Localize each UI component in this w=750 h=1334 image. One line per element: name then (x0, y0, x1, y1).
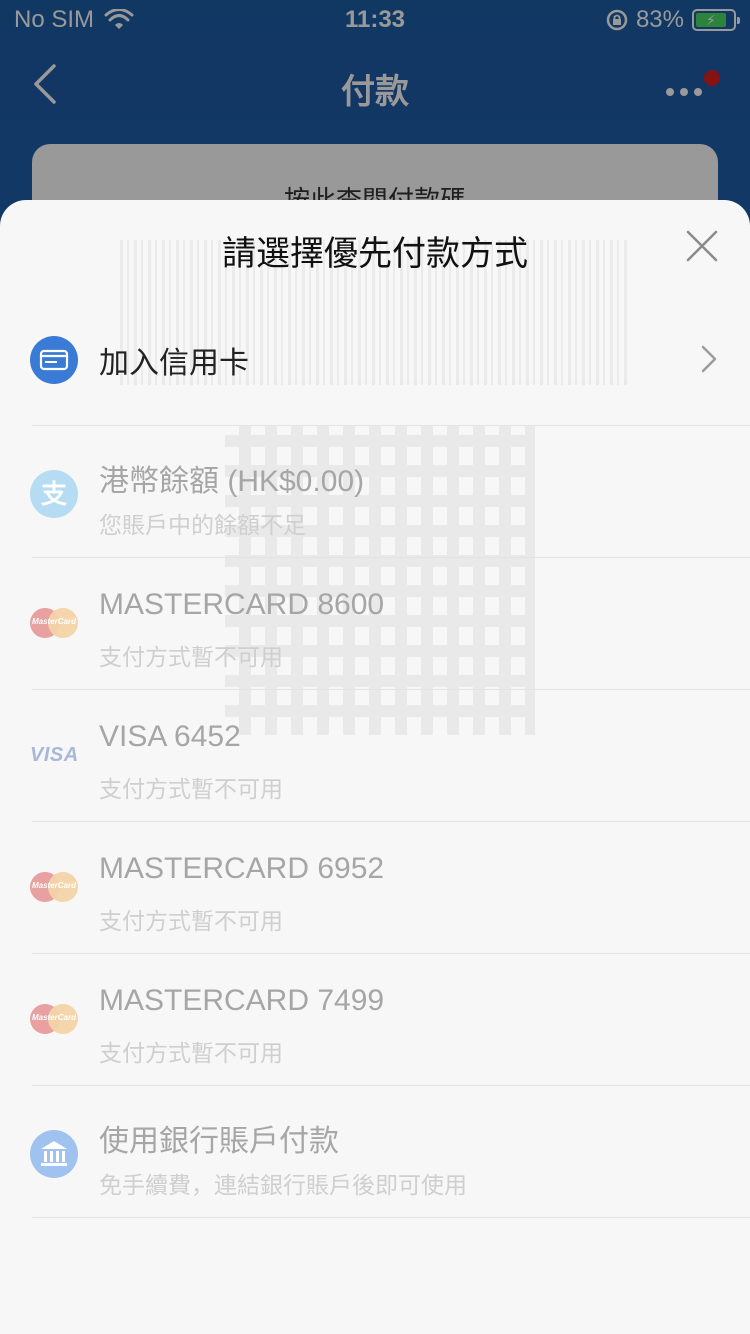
method-name: 港幣餘額 (HK$0.00) (99, 465, 365, 498)
sheet-title: 請選擇優先付款方式 (222, 235, 528, 273)
method-note: 支付方式暫不可用 (99, 908, 283, 934)
close-icon[interactable] (680, 224, 724, 268)
payment-method-visa-6452: VISA VISA 6452 支付方式暫不可用 (30, 690, 750, 822)
add-credit-card-label: 加入信用卡 (99, 347, 249, 380)
payment-method-bank-account[interactable]: 使用銀行賬戶付款 免手續費，連結銀行賬戶後即可使用 (30, 1086, 750, 1218)
method-note: 免手續費，連結銀行賬戶後即可使用 (99, 1172, 467, 1198)
payment-method-sheet: 請選擇優先付款方式 加入信用卡 支 港幣餘額 (HK$0.00) 您賬戶中的餘額… (0, 200, 750, 1334)
method-name: VISA 6452 (99, 720, 241, 753)
mastercard-icon: MasterCard (30, 608, 78, 638)
mastercard-icon: MasterCard (30, 1004, 78, 1034)
method-note: 支付方式暫不可用 (99, 776, 283, 802)
method-name: MASTERCARD 6952 (99, 852, 385, 885)
method-name: MASTERCARD 8600 (99, 588, 385, 621)
mastercard-brand-text: MasterCard (31, 617, 76, 626)
method-note: 支付方式暫不可用 (99, 644, 283, 670)
payment-method-mastercard-7499: MasterCard MASTERCARD 7499 支付方式暫不可用 (30, 954, 750, 1086)
alipay-icon: 支 (30, 470, 78, 518)
chevron-right-icon (701, 345, 717, 373)
visa-icon: VISA (30, 744, 79, 766)
method-note: 支付方式暫不可用 (99, 1040, 283, 1066)
method-name: 使用銀行賬戶付款 (99, 1125, 339, 1158)
mastercard-icon: MasterCard (30, 872, 78, 902)
method-note: 您賬戶中的餘額不足 (99, 512, 306, 538)
mastercard-brand-text: MasterCard (31, 881, 76, 890)
payment-method-mastercard-6952: MasterCard MASTERCARD 6952 支付方式暫不可用 (30, 822, 750, 954)
mastercard-brand-text: MasterCard (31, 1013, 76, 1022)
svg-text:支: 支 (41, 480, 67, 510)
add-credit-card-row[interactable]: 加入信用卡 (30, 292, 750, 426)
credit-card-icon (30, 336, 78, 384)
sheet-header: 請選擇優先付款方式 (0, 200, 750, 300)
payment-method-hk-balance: 支 港幣餘額 (HK$0.00) 您賬戶中的餘額不足 (30, 426, 750, 558)
payment-method-list: 加入信用卡 支 港幣餘額 (HK$0.00) 您賬戶中的餘額不足 MasterC… (0, 292, 750, 1218)
payment-method-mastercard-8600: MasterCard MASTERCARD 8600 支付方式暫不可用 (30, 558, 750, 690)
method-name: MASTERCARD 7499 (99, 984, 385, 1017)
bank-icon (30, 1130, 78, 1178)
